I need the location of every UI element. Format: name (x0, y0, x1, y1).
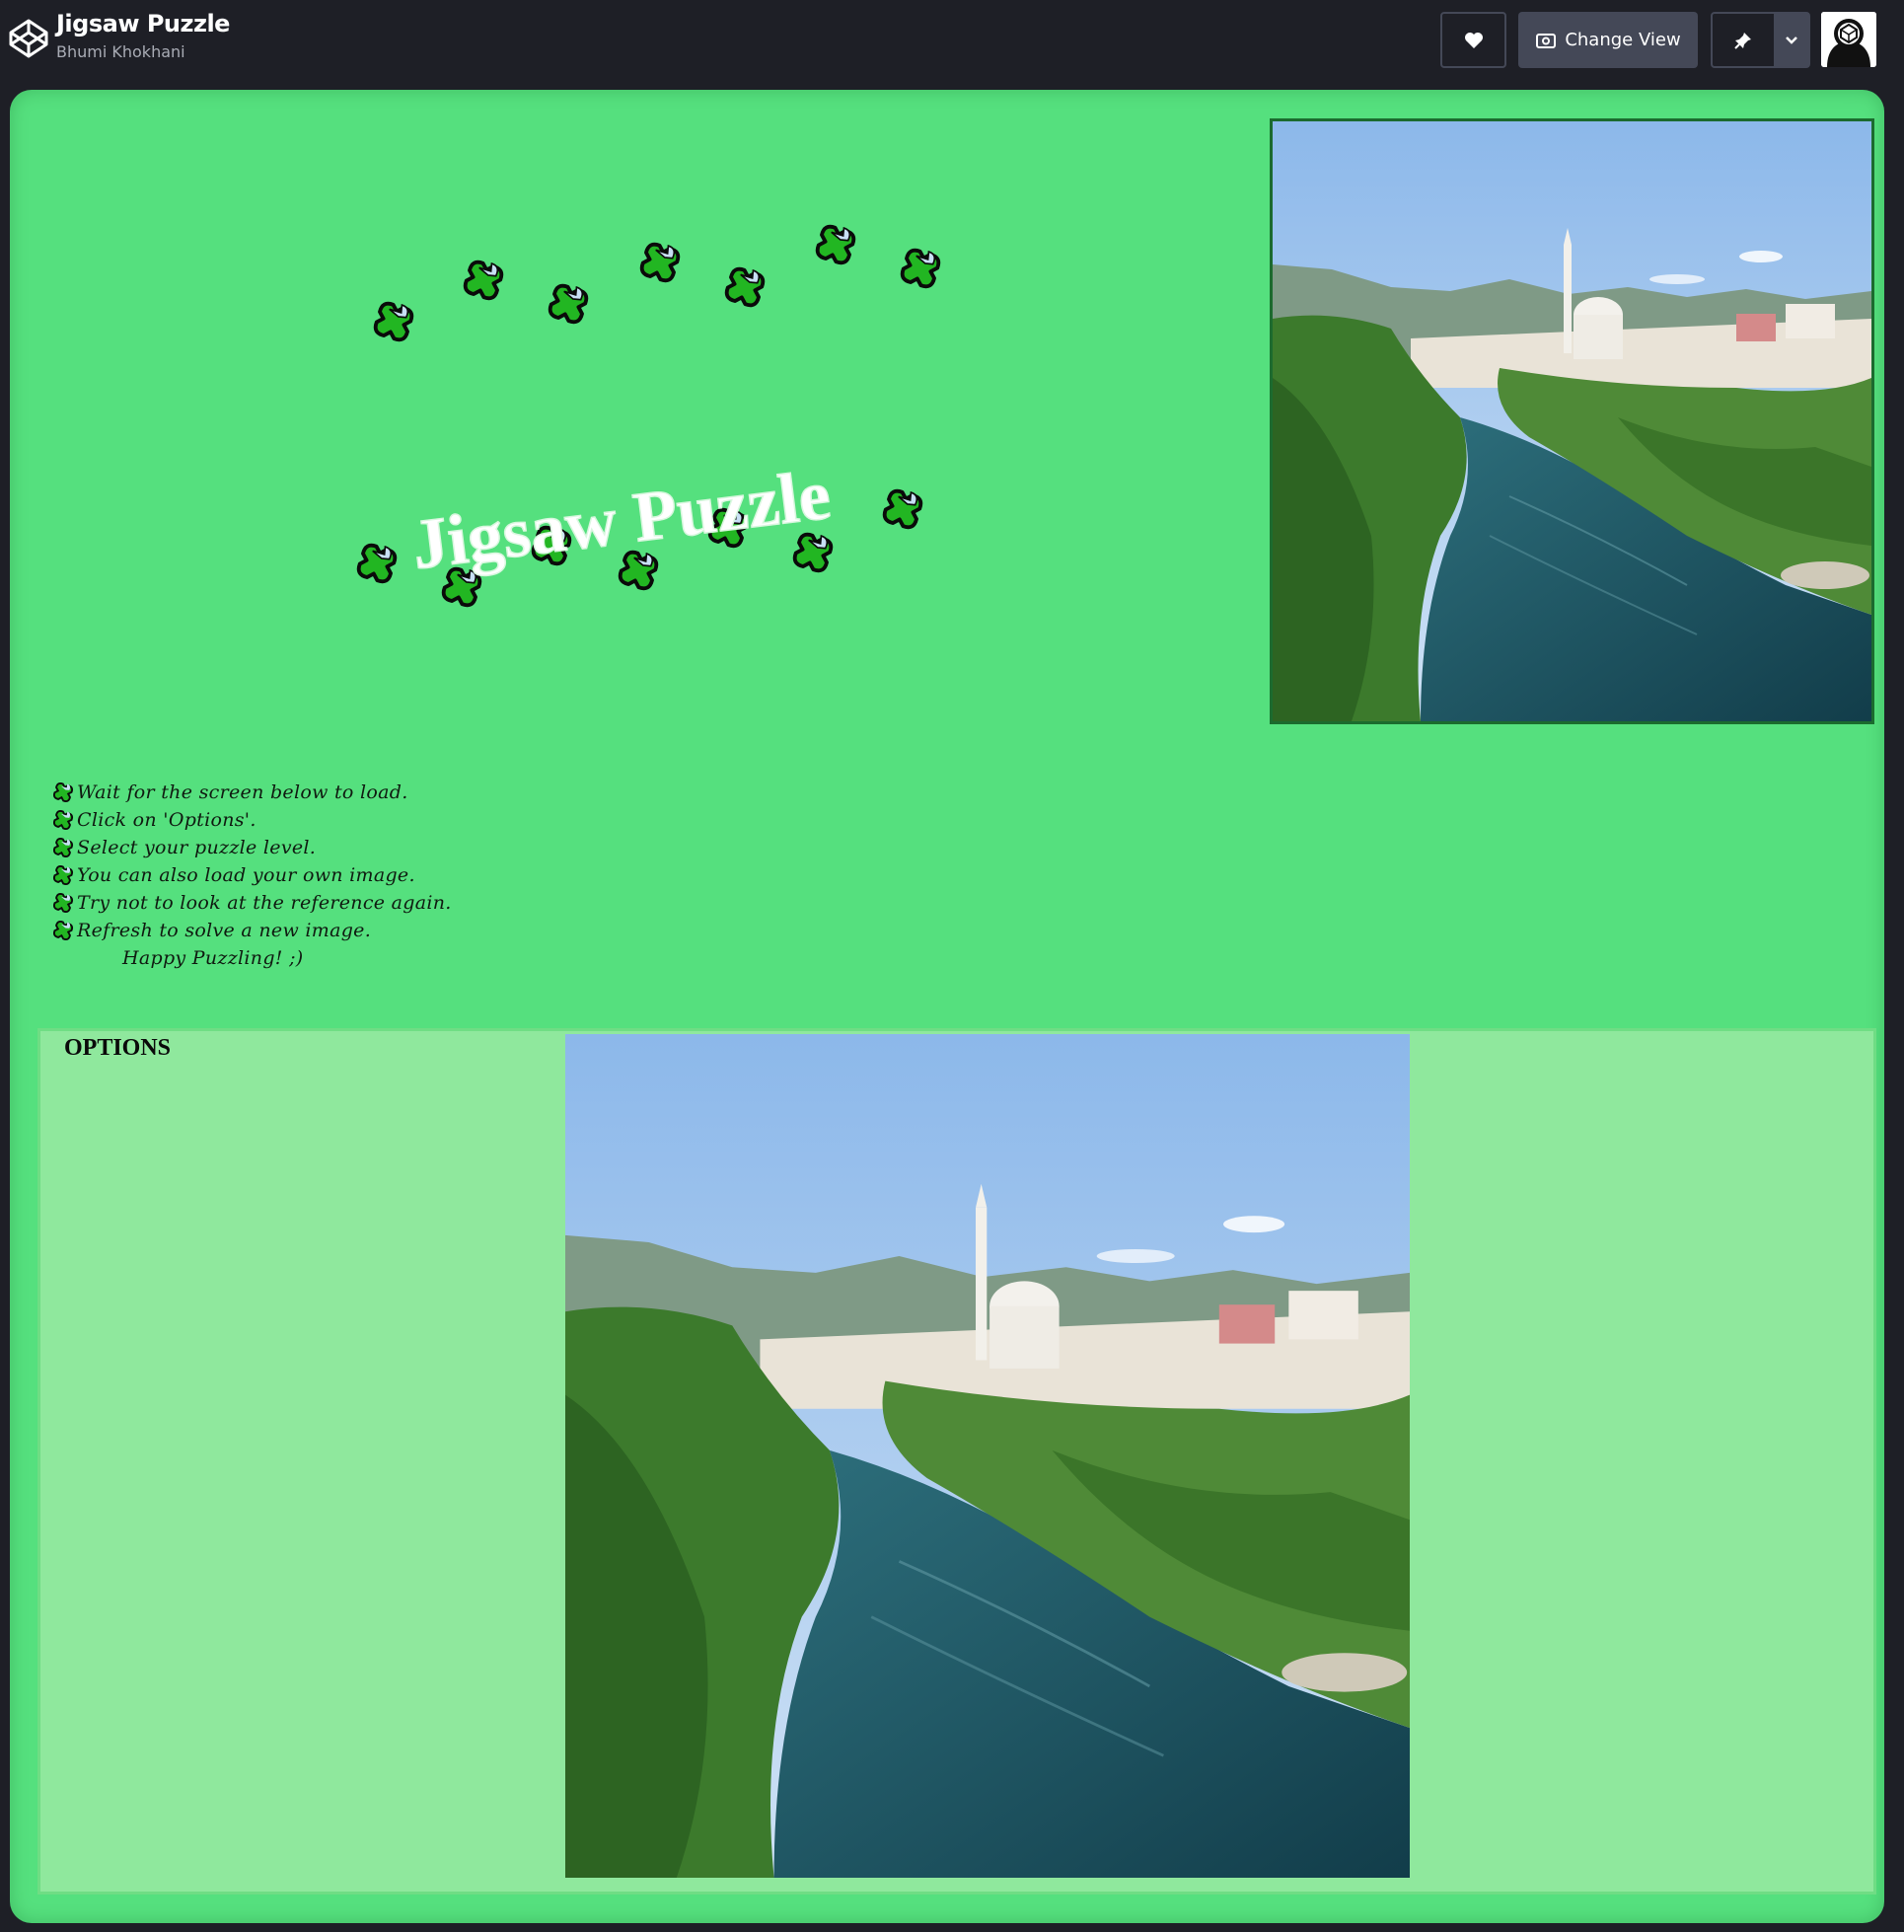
banner-title: Jigsaw Puzzle (407, 454, 836, 583)
instruction-text: Select your puzzle level. (77, 837, 317, 858)
puzzle-board[interactable] (565, 1034, 1410, 1878)
closing-text: Happy Puzzling! ;) (122, 947, 304, 969)
view-icon (1536, 33, 1557, 48)
instruction-text: Refresh to solve a new image. (77, 920, 372, 941)
options-button[interactable]: OPTIONS (64, 1035, 171, 1062)
instruction-item: Select your puzzle level. (51, 834, 452, 861)
chevron-down-icon (1785, 36, 1797, 44)
pin-button-group[interactable] (1711, 12, 1810, 68)
banner-title-text: Jigsaw Puzzle (407, 455, 834, 583)
instruction-text: Try not to look at the reference again. (77, 892, 452, 914)
heart-icon (1464, 32, 1483, 48)
puzzle-piece-icon (455, 252, 512, 309)
pen-title: Jigsaw Puzzle (56, 10, 230, 37)
instruction-item: Wait for the screen below to load. (51, 779, 452, 806)
top-bar: Jigsaw Puzzle Bhumi Khokhani Change View (0, 0, 1904, 80)
puzzle-piece-icon (52, 920, 74, 941)
change-view-button[interactable]: Change View (1518, 12, 1698, 68)
puzzle-piece-icon (716, 259, 773, 316)
puzzle-area: OPTIONS (37, 1028, 1876, 1895)
change-view-label: Change View (1565, 30, 1681, 50)
river-town-image (1273, 121, 1871, 721)
instruction-item: Refresh to solve a new image. (51, 917, 452, 944)
codepen-logo-icon[interactable] (8, 18, 49, 59)
pin-icon (1734, 32, 1751, 49)
avatar-image (1821, 12, 1876, 67)
reference-image (1270, 118, 1874, 724)
pin-dropdown-button[interactable] (1774, 14, 1808, 66)
instruction-text: Wait for the screen below to load. (77, 781, 408, 803)
instructions: Wait for the screen below to load. Click… (51, 779, 452, 972)
instruction-item: Click on 'Options'. (51, 806, 452, 834)
pen-author[interactable]: Bhumi Khokhani (56, 42, 185, 61)
instruction-text: You can also load your own image. (77, 864, 415, 886)
puzzle-piece-icon (52, 837, 74, 858)
puzzle-piece-icon (52, 864, 74, 886)
pin-button[interactable] (1713, 14, 1774, 66)
puzzle-piece-icon (52, 892, 74, 914)
like-button[interactable] (1440, 12, 1506, 68)
puzzle-image[interactable] (565, 1034, 1410, 1878)
puzzle-piece-icon (892, 240, 949, 297)
puzzle-piece-icon (52, 809, 74, 831)
instruction-item: You can also load your own image. (51, 861, 452, 889)
instruction-item: Try not to look at the reference again. (51, 889, 452, 917)
puzzle-piece-icon (365, 293, 422, 350)
user-avatar[interactable] (1821, 12, 1876, 67)
puzzle-piece-icon (540, 275, 597, 333)
puzzle-piece-icon (52, 781, 74, 803)
puzzle-piece-icon (631, 234, 689, 291)
puzzle-piece-icon (807, 216, 864, 273)
main-panel: Jigsaw Puzzle Wait for the screen below … (10, 90, 1884, 1923)
instruction-text: Click on 'Options'. (77, 809, 256, 831)
